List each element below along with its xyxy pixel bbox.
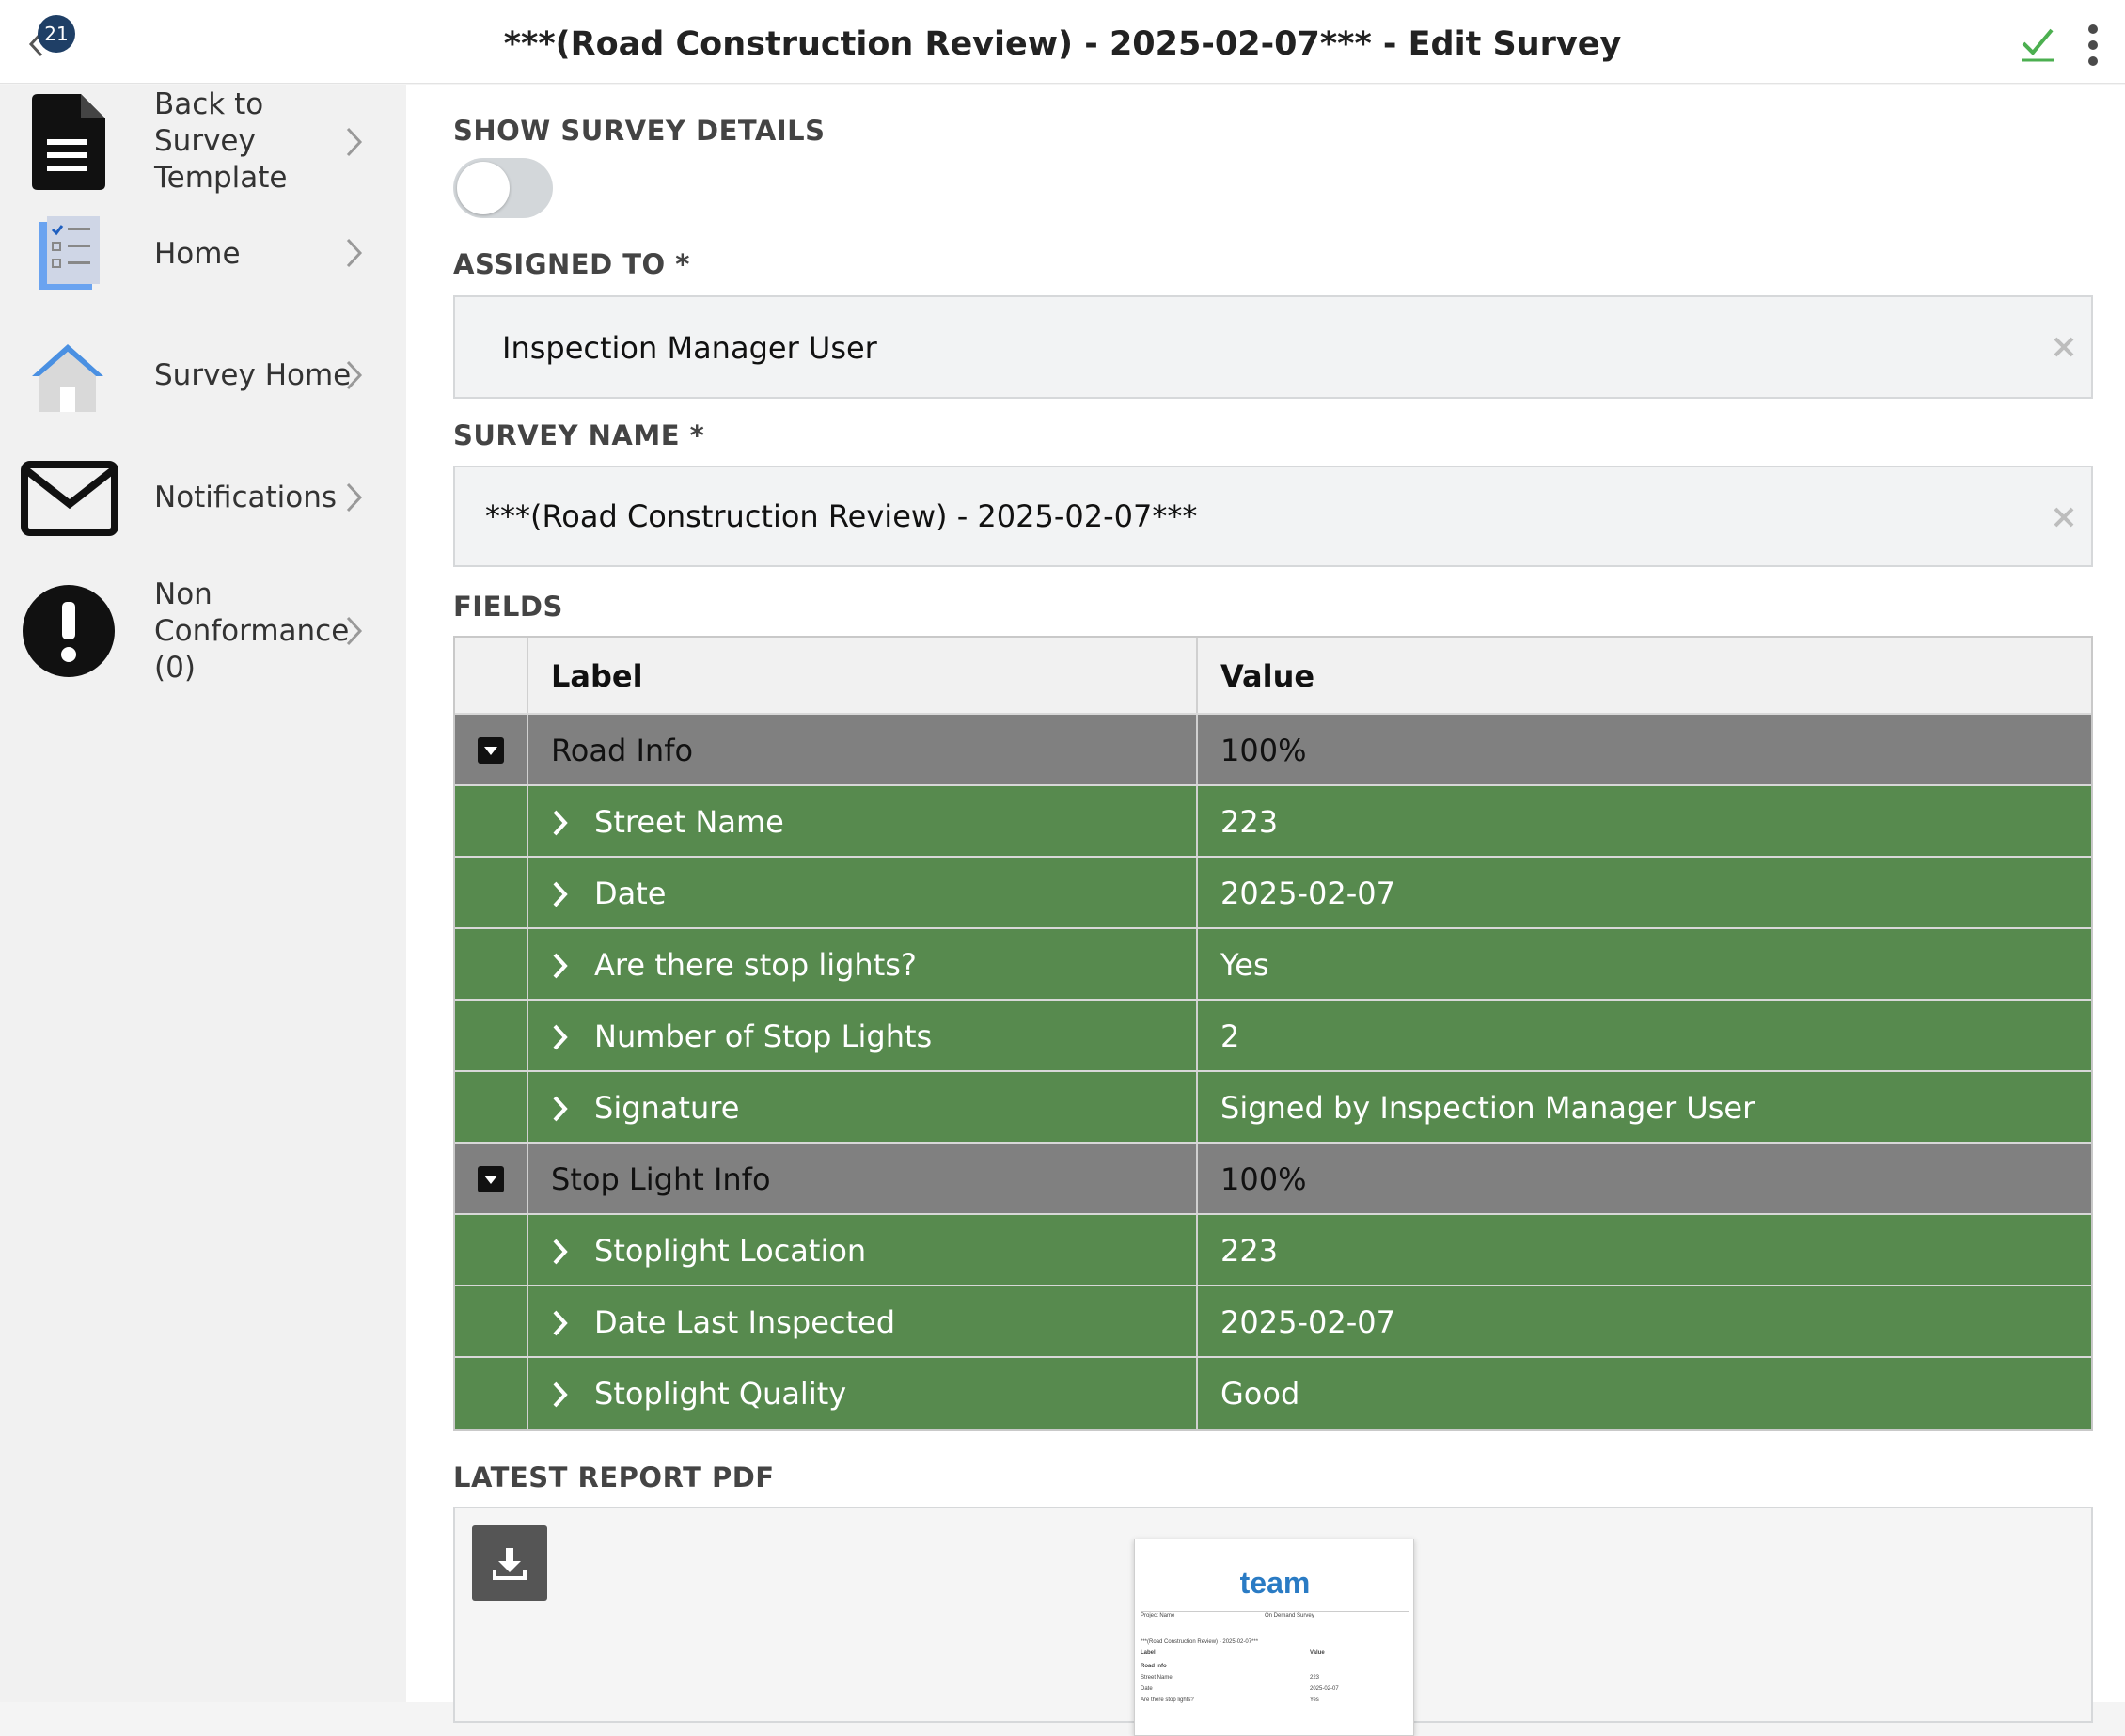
table-row[interactable]: Stoplight Quality Good: [455, 1358, 2091, 1429]
clear-icon[interactable]: [2052, 335, 2076, 359]
row-label: Street Name: [594, 804, 784, 840]
toggle-knob: [457, 162, 510, 214]
assigned-to-field[interactable]: Inspection Manager User: [453, 295, 2093, 399]
group-row[interactable]: Road Info 100%: [455, 715, 2091, 786]
row-value: Signed by Inspection Manager User: [1220, 1090, 1755, 1126]
table-row[interactable]: Stoplight Location 223: [455, 1215, 2091, 1286]
row-label: Number of Stop Lights: [594, 1018, 933, 1054]
row-label: Signature: [594, 1090, 740, 1126]
column-header-label: Label: [551, 658, 643, 694]
row-label: Stop Light Info: [551, 1161, 771, 1197]
assigned-to-value: Inspection Manager User: [502, 330, 877, 366]
latest-report-pdf-label: LATEST REPORT PDF: [453, 1461, 775, 1493]
chevron-right-icon[interactable]: [551, 1238, 570, 1270]
row-value: 2025-02-07: [1220, 876, 1395, 911]
row-label: Road Info: [551, 733, 694, 768]
row-label: Date Last Inspected: [594, 1304, 896, 1340]
fields-table: Label Value Road Info 100% Street Name 223 D…: [453, 636, 2093, 1431]
sidebar-item-home[interactable]: Home: [0, 216, 406, 310]
chevron-right-icon: [346, 616, 363, 646]
chevron-right-icon: [346, 238, 363, 268]
table-row[interactable]: Street Name 223: [455, 786, 2091, 858]
sidebar-item-label: Back to Survey Template: [154, 87, 288, 195]
download-icon: [493, 1548, 527, 1580]
row-value: 2: [1220, 1018, 1240, 1054]
app-header: ***(Road Construction Review) - 2025-02-…: [0, 0, 2125, 84]
download-button[interactable]: [472, 1525, 547, 1601]
collapse-icon[interactable]: [478, 737, 504, 764]
page-title: ***(Road Construction Review) - 2025-02-…: [503, 25, 1622, 63]
row-value: 2025-02-07: [1220, 1304, 1395, 1340]
team-logo: team: [1239, 1566, 1311, 1600]
sidebar-item-non-conformance[interactable]: Non Conformance (0): [0, 574, 406, 705]
row-label: Stoplight Location: [594, 1233, 867, 1269]
envelope-icon: [21, 461, 118, 536]
chevron-right-icon[interactable]: [551, 1309, 570, 1341]
sidebar-item-survey-home[interactable]: Survey Home: [0, 339, 406, 433]
row-label: Date: [594, 876, 667, 911]
chevron-right-icon[interactable]: [551, 1381, 570, 1412]
notification-count-badge: 21: [38, 15, 75, 53]
row-value: 100%: [1220, 733, 1307, 768]
chevron-right-icon: [346, 360, 363, 390]
show-details-toggle[interactable]: [453, 158, 553, 218]
more-options-icon[interactable]: [2080, 23, 2106, 68]
table-row[interactable]: Date 2025-02-07: [455, 858, 2091, 929]
table-row[interactable]: Are there stop lights? Yes: [455, 929, 2091, 1001]
show-details-label: SHOW SURVEY DETAILS: [453, 115, 826, 147]
checklist-icon: [39, 216, 100, 290]
table-header-row: Label Value: [455, 638, 2091, 715]
main-content: SHOW SURVEY DETAILS ASSIGNED TO * Inspec…: [406, 85, 2125, 1736]
row-value: 100%: [1220, 1161, 1307, 1197]
row-label: Stoplight Quality: [594, 1376, 847, 1412]
chevron-right-icon[interactable]: [551, 1095, 570, 1127]
pdf-preview-panel: team Project Name On Demand Survey ***(R…: [453, 1507, 2093, 1736]
pdf-thumbnail[interactable]: team Project Name On Demand Survey ***(R…: [1134, 1539, 1414, 1736]
exclamation-icon: [23, 585, 115, 677]
collapse-icon[interactable]: [478, 1166, 504, 1192]
chevron-right-icon[interactable]: [551, 1023, 570, 1055]
sidebar-item-back-to-template[interactable]: Back to Survey Template: [0, 85, 406, 197]
save-check-icon[interactable]: [2020, 24, 2057, 62]
row-label: Are there stop lights?: [594, 947, 917, 983]
row-value: 223: [1220, 1233, 1279, 1269]
sidebar-item-label: Survey Home: [154, 358, 352, 392]
chevron-right-icon: [346, 482, 363, 513]
document-icon: [32, 94, 105, 190]
clear-icon[interactable]: [2052, 505, 2076, 529]
sidebar-item-label: Non Conformance (0): [154, 577, 350, 685]
survey-name-field[interactable]: ***(Road Construction Review) - 2025-02-…: [453, 466, 2093, 567]
table-row[interactable]: Signature Signed by Inspection Manager Us…: [455, 1072, 2091, 1144]
column-header-value: Value: [1220, 658, 1315, 694]
chevron-right-icon[interactable]: [551, 952, 570, 984]
chevron-right-icon[interactable]: [551, 809, 570, 841]
back-button[interactable]: 21: [21, 15, 77, 66]
sidebar-item-label: Home: [154, 237, 241, 271]
row-value: 223: [1220, 804, 1279, 840]
chevron-right-icon[interactable]: [551, 880, 570, 912]
table-row[interactable]: Date Last Inspected 2025-02-07: [455, 1286, 2091, 1358]
row-value: Yes: [1220, 947, 1269, 983]
house-icon: [32, 344, 103, 412]
sidebar-item-notifications[interactable]: Notifications: [0, 461, 406, 555]
fields-label: FIELDS: [453, 591, 563, 623]
row-value: Good: [1220, 1376, 1300, 1412]
survey-name-value: ***(Road Construction Review) - 2025-02-…: [485, 498, 1198, 534]
survey-name-label: SURVEY NAME *: [453, 419, 705, 451]
sidebar: Back to Survey Template Home Survey Home…: [0, 85, 406, 1702]
assigned-to-label: ASSIGNED TO *: [453, 248, 690, 280]
table-row[interactable]: Number of Stop Lights 2: [455, 1001, 2091, 1072]
group-row[interactable]: Stop Light Info 100%: [455, 1144, 2091, 1215]
chevron-right-icon: [346, 127, 363, 157]
sidebar-item-label: Notifications: [154, 481, 338, 514]
